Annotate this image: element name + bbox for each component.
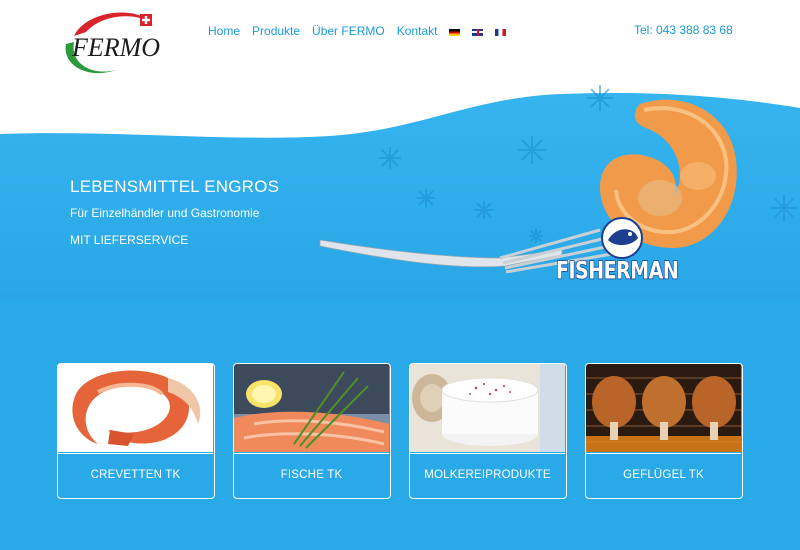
product-label: FISCHE TK: [234, 453, 389, 498]
product-label: GEFLÜGEL TK: [586, 453, 741, 498]
shrimp-icon: [58, 364, 213, 452]
main-nav: Home Produkte Über FERMO Kontakt: [208, 24, 518, 38]
hero-artwork: [319, 85, 797, 274]
hero-title: LEBENSMITTEL ENGROS: [70, 177, 280, 196]
fr-flag-icon[interactable]: [495, 28, 507, 36]
product-categories: CREVETTEN TK FISCHE TK MOLKEREIPRODUKTE …: [0, 302, 800, 550]
cheese-icon: [410, 364, 565, 452]
en-flag-icon[interactable]: [472, 28, 484, 36]
fermo-logo[interactable]: FERMO: [56, 6, 160, 78]
product-card-fische[interactable]: FISCHE TK: [233, 363, 391, 499]
nav-ueber-fermo[interactable]: Über FERMO: [312, 24, 385, 38]
product-label: MOLKEREIPRODUKTE: [410, 453, 565, 498]
product-card-crevetten[interactable]: CREVETTEN TK: [57, 363, 215, 499]
chicken-icon: [586, 364, 741, 452]
fisherman-brand-label: FISHERMAN: [555, 257, 679, 286]
phone-number[interactable]: Tel: 043 388 83 68: [634, 23, 733, 37]
product-card-gefluegel[interactable]: GEFLÜGEL TK: [585, 363, 743, 499]
de-flag-icon[interactable]: [449, 28, 461, 36]
hero-service: MIT LIEFERSERVICE: [70, 233, 189, 247]
product-card-molkerei[interactable]: MOLKEREIPRODUKTE: [409, 363, 567, 499]
hero-subtitle: Für Einzelhändler und Gastronomie: [70, 206, 260, 220]
salmon-icon: [234, 364, 389, 452]
hero-banner: FISHERMAN LEBENSMITTEL ENGROS Für Einzel…: [0, 80, 800, 302]
nav-home[interactable]: Home: [208, 24, 240, 38]
logo-text: FERMO: [71, 33, 160, 62]
nav-produkte[interactable]: Produkte: [252, 24, 300, 38]
fisherman-badge-icon: [601, 217, 643, 259]
nav-kontakt[interactable]: Kontakt: [397, 24, 438, 38]
product-label: CREVETTEN TK: [58, 453, 213, 498]
